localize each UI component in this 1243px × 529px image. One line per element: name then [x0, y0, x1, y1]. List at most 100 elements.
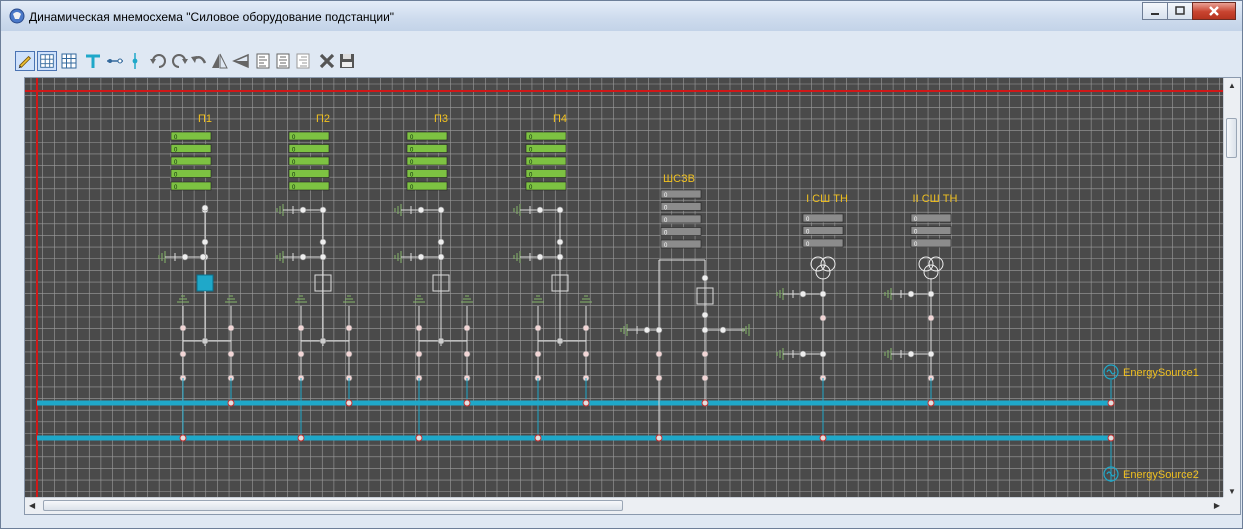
delete-button[interactable] — [317, 51, 337, 71]
horizontal-connector-button[interactable] — [105, 51, 125, 71]
save-button[interactable] — [337, 51, 357, 71]
grid-snap-icon — [40, 54, 54, 68]
terminal-node — [582, 324, 590, 332]
undo-icon — [191, 55, 207, 64]
horizontal-scroll-thumb[interactable] — [43, 500, 623, 511]
terminal-node — [463, 324, 471, 332]
feeder-label: I СШ ТН — [806, 193, 848, 205]
vertical-connector-icon — [132, 53, 138, 69]
bus-connection-node — [415, 434, 423, 442]
terminal-node — [701, 274, 709, 282]
terminal-node — [319, 206, 327, 214]
feeder-label: ШСЗВ — [663, 173, 695, 185]
bus-connection-node — [227, 399, 235, 407]
terminal-node — [199, 253, 207, 261]
terminal-node — [819, 290, 827, 298]
vertical-scrollbar[interactable]: ▲ ▼ — [1223, 78, 1240, 499]
scroll-down-icon[interactable]: ▼ — [1228, 487, 1236, 496]
toolbar — [13, 45, 1238, 77]
align-right-button[interactable] — [293, 51, 313, 71]
terminal-node — [701, 374, 709, 382]
terminal-node — [417, 253, 425, 261]
scroll-left-icon[interactable]: ◀ — [29, 501, 35, 510]
terminal-node — [655, 326, 663, 334]
grid-snap-button[interactable] — [37, 51, 57, 71]
delete-icon — [319, 53, 335, 69]
bus-connection-node — [463, 399, 471, 407]
terminal-node — [819, 314, 827, 322]
bus-connection-node — [655, 434, 663, 442]
terminal-node — [907, 350, 915, 358]
terminal-node — [179, 350, 187, 358]
terminal-node — [534, 350, 542, 358]
minimize-button[interactable] — [1142, 2, 1168, 20]
vertical-scroll-thumb[interactable] — [1226, 118, 1237, 158]
scroll-up-icon[interactable]: ▲ — [1228, 81, 1236, 90]
substation-diagram[interactable]: П100000П200000П300000П400000ШСЗВ00000I С… — [25, 78, 1224, 499]
terminal-node — [437, 206, 445, 214]
terminal-node — [179, 324, 187, 332]
maximize-icon — [1175, 6, 1185, 15]
horizontal-scrollbar[interactable]: ◀ ▶ — [25, 497, 1224, 514]
terminal-node — [415, 324, 423, 332]
align-center-button[interactable] — [273, 51, 293, 71]
bus-connection-node — [345, 399, 353, 407]
align-left-button[interactable] — [253, 51, 273, 71]
title-bar[interactable]: Динамическая мнемосхема "Силовое оборудо… — [1, 1, 1242, 31]
close-button[interactable] — [1192, 2, 1236, 20]
terminal-node — [556, 238, 564, 246]
scroll-right-icon[interactable]: ▶ — [1214, 501, 1220, 510]
flip-horizontal-button[interactable] — [209, 51, 229, 71]
rotate-right-button[interactable] — [169, 51, 189, 71]
feeder-label: П1 — [198, 113, 212, 125]
terminal-node — [927, 290, 935, 298]
edit-mode-button[interactable] — [15, 51, 35, 71]
terminal-node — [345, 324, 353, 332]
terminal-node — [701, 350, 709, 358]
terminal-node — [463, 350, 471, 358]
grid-icon — [61, 53, 77, 69]
app-window: Динамическая мнемосхема "Силовое оборудо… — [0, 0, 1243, 529]
horizontal-connector-icon — [107, 58, 123, 64]
window-title: Динамическая мнемосхема "Силовое оборудо… — [29, 10, 395, 24]
terminal-node — [536, 206, 544, 214]
terminal-node — [437, 238, 445, 246]
flip-vertical-icon — [232, 53, 249, 69]
bus-connection-node — [819, 434, 827, 442]
bus-connection-node — [927, 399, 935, 407]
undo-button[interactable] — [189, 51, 209, 71]
terminal-node — [227, 324, 235, 332]
vertical-connector-button[interactable] — [125, 51, 145, 71]
align-right-icon — [296, 53, 310, 69]
t-junction-icon — [86, 54, 100, 68]
maximize-button[interactable] — [1167, 2, 1193, 20]
rotate-left-button[interactable] — [149, 51, 169, 71]
terminal-node — [556, 206, 564, 214]
terminal-node — [556, 337, 564, 345]
flip-vertical-button[interactable] — [231, 51, 251, 71]
bus-connection-node — [1107, 399, 1115, 407]
terminal-node — [417, 206, 425, 214]
terminal-node — [319, 253, 327, 261]
energy-source-label: EnergySource2 — [1123, 469, 1199, 481]
terminal-node — [799, 290, 807, 298]
grid-button[interactable] — [59, 51, 79, 71]
terminal-node — [297, 350, 305, 358]
scroll-corner — [1223, 497, 1240, 514]
feeder-label: II СШ ТН — [913, 193, 958, 205]
feeder-label: П4 — [553, 113, 567, 125]
terminal-node — [719, 326, 727, 334]
terminal-node — [534, 324, 542, 332]
terminal-node — [319, 238, 327, 246]
terminal-node — [227, 350, 235, 358]
scheme-canvas[interactable]: П1 0 0 0 0 0 П2 0 0 0 0 0 П3 0 0 0 0 0 П4 0 0 0 0 0 ШСЗВ 0 0 0 0 0 I С… — [24, 77, 1241, 515]
align-center-icon — [276, 53, 290, 69]
terminal-node — [643, 326, 651, 334]
close-icon — [1209, 6, 1219, 16]
terminal-node — [319, 337, 327, 345]
terminal-node — [701, 326, 709, 334]
terminal-node — [181, 253, 189, 261]
terminal-node — [201, 238, 209, 246]
bus-connection-node — [701, 399, 709, 407]
t-junction-button[interactable] — [83, 51, 103, 71]
